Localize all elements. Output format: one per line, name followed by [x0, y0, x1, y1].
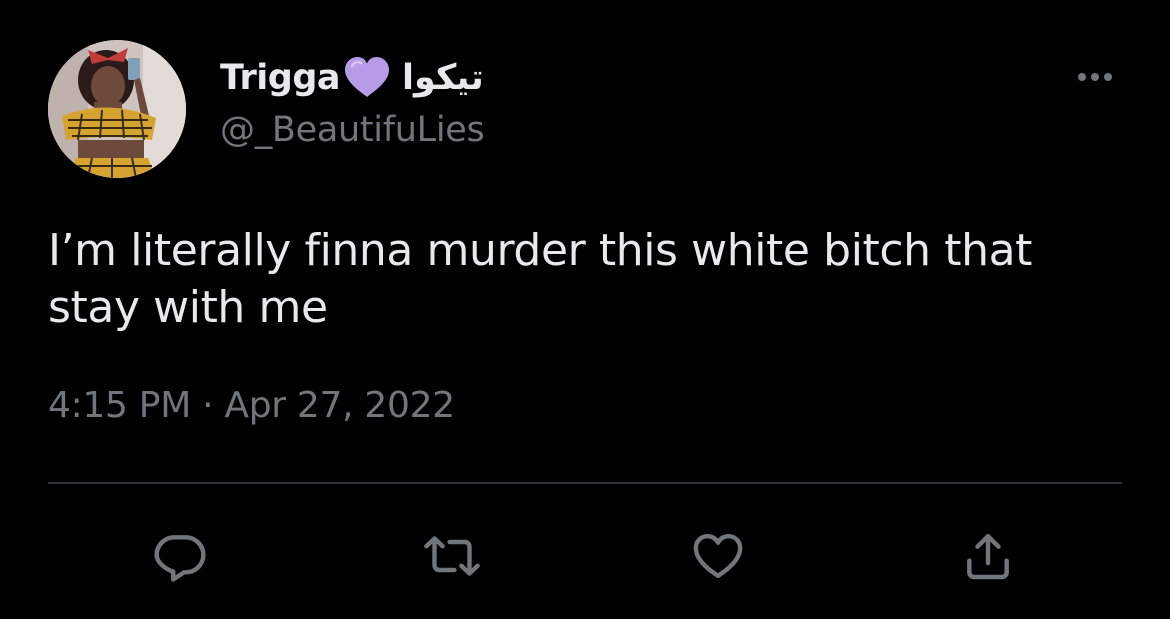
- reply-button[interactable]: [150, 528, 210, 584]
- more-horizontal-icon-dot: [1091, 73, 1099, 81]
- display-name[interactable]: Trigga: [220, 58, 341, 98]
- user-handle[interactable]: @_BeautifuLies: [220, 110, 485, 150]
- share-icon: [967, 533, 1009, 580]
- share-button[interactable]: [958, 528, 1018, 584]
- more-horizontal-icon-dot: [1104, 73, 1112, 81]
- more-horizontal-icon: [1078, 73, 1086, 81]
- tweet-timestamp[interactable]: 4:15 PM · Apr 27, 2022: [48, 385, 455, 426]
- avatar[interactable]: [48, 40, 186, 178]
- more-options-button[interactable]: [1070, 62, 1120, 92]
- display-name-row[interactable]: Trigga تيكوا: [220, 54, 484, 102]
- retweet-button[interactable]: [422, 528, 482, 584]
- avatar-image: [48, 40, 186, 178]
- tweet-text-line: I’m literally finna murder this white bi…: [48, 225, 1032, 276]
- tweet-text: I’m literally finna murder this white bi…: [48, 222, 1108, 336]
- reply-icon: [154, 535, 206, 582]
- like-button[interactable]: [688, 528, 748, 584]
- tweet-text-line: stay with me: [48, 282, 328, 333]
- purple-heart-emoji-icon: [342, 56, 392, 100]
- like-icon: [693, 533, 743, 579]
- display-name-arabic: تيكوا: [402, 58, 484, 98]
- tweet-card: Trigga تيكوا @_BeautifuLies I’m literall…: [0, 0, 1170, 619]
- divider: [48, 482, 1122, 484]
- retweet-icon: [424, 536, 480, 576]
